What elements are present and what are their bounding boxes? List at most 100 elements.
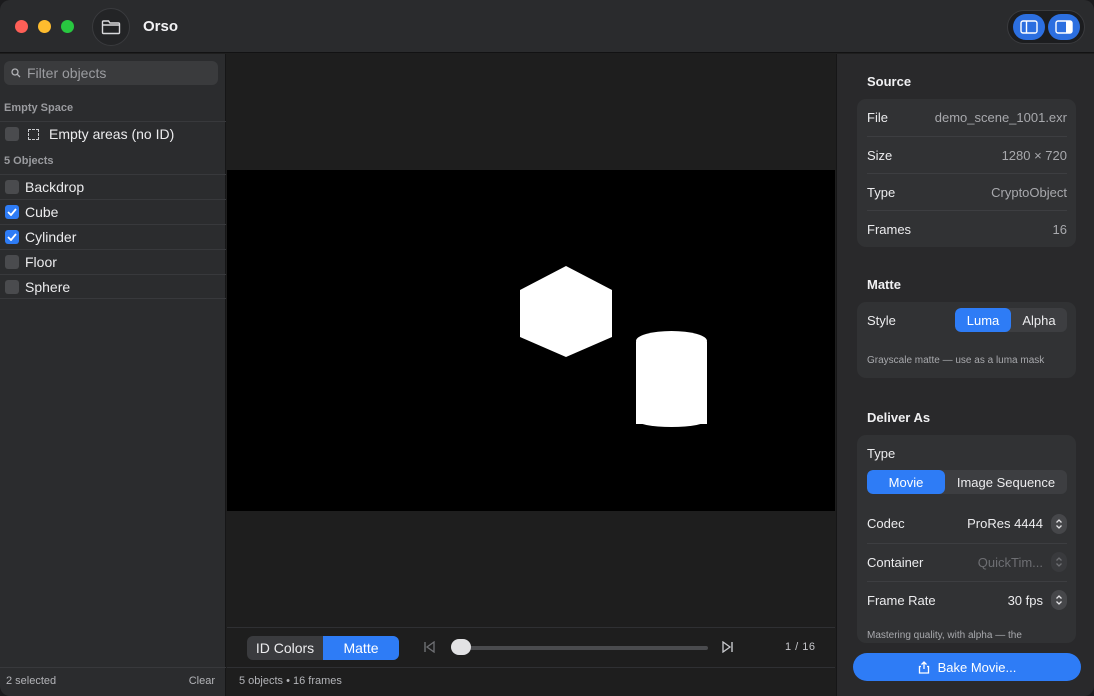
inspector-panel: Source File demo_scene_1001.exr Size 128… — [836, 54, 1094, 696]
section-title-matte: Matte — [867, 277, 901, 292]
list-item-label: Cube — [25, 204, 59, 220]
source-card: File demo_scene_1001.exr Size 1280 × 720… — [857, 99, 1076, 247]
timeline-scrubber[interactable] — [456, 646, 708, 650]
deliver-type-label: Type — [867, 446, 896, 461]
source-row-frames: Frames 16 — [867, 210, 1067, 247]
section-header-objects: 5 Objects — [4, 155, 54, 167]
section-title-deliver-as: Deliver As — [867, 410, 931, 425]
toggle-right-inspector-button[interactable] — [1047, 14, 1080, 40]
toggle-left-sidebar-button[interactable] — [1012, 14, 1045, 40]
row-key: Type — [867, 184, 896, 200]
section-header-empty-space: Empty Space — [4, 102, 74, 114]
row-key: Frame Rate — [867, 592, 936, 608]
container-value: QuickTim... — [977, 554, 1043, 570]
folder-icon — [101, 20, 121, 35]
style-option-luma[interactable]: Luma — [955, 308, 1011, 332]
dashed-selection-icon — [28, 128, 39, 140]
row-key: Style — [867, 313, 896, 328]
list-item-sphere[interactable]: Sphere — [0, 274, 226, 299]
row-value: demo_scene_1001.exr — [934, 110, 1067, 125]
app-window: Orso Empty Space — [0, 0, 1094, 696]
matte-hint: Grayscale matte — use as a luma mask — [867, 355, 1045, 366]
list-item-backdrop[interactable]: Backdrop — [0, 174, 226, 199]
codec-picker[interactable]: ProRes 4444 — [967, 513, 1067, 534]
view-mode-segmented: ID Colors Matte — [247, 636, 399, 660]
sidebar-footer: 2 selected Clear — [0, 667, 226, 696]
row-key: Container — [867, 554, 924, 570]
export-icon — [918, 660, 929, 674]
container-picker[interactable]: QuickTim... — [978, 552, 1067, 572]
chevron-updown-icon — [1051, 552, 1067, 572]
search-icon — [11, 68, 21, 78]
list-item-empty-areas[interactable]: Empty areas (no ID) — [0, 121, 226, 146]
checkbox-cylinder[interactable] — [5, 230, 19, 244]
source-row-size: Size 1280 × 720 — [867, 136, 1067, 173]
style-option-alpha[interactable]: Alpha — [1011, 308, 1067, 332]
row-key: Frames — [867, 221, 912, 237]
row-value: 1280 × 720 — [1001, 147, 1067, 163]
list-item-cylinder[interactable]: Cylinder — [0, 224, 226, 249]
bake-button-label: Bake Movie... — [937, 659, 1017, 675]
checkmark-icon — [7, 233, 17, 241]
deliver-note: Mastering quality, with alpha — the — [867, 630, 1022, 641]
checkbox-backdrop[interactable] — [5, 180, 19, 194]
panel-toggle-group — [1007, 10, 1085, 44]
zoom-window-button[interactable] — [61, 20, 74, 33]
open-folder-button[interactable] — [92, 8, 130, 46]
checkbox-sphere[interactable] — [5, 279, 19, 294]
tab-id-colors[interactable]: ID Colors — [247, 636, 323, 660]
sidebar-right-icon — [1054, 20, 1073, 34]
minimize-window-button[interactable] — [38, 20, 51, 33]
cube-matte — [520, 266, 612, 357]
frame-rate-row[interactable]: Frame Rate 30 fps — [867, 581, 1067, 618]
list-item-label: Empty areas (no ID) — [49, 126, 175, 142]
matte-preview[interactable] — [227, 170, 835, 511]
matte-style-segmented: Luma Alpha — [955, 308, 1067, 332]
step-forward-icon[interactable] — [721, 641, 734, 653]
chevron-updown-icon — [1051, 513, 1067, 534]
filter-input[interactable] — [27, 65, 207, 81]
chevron-updown-icon — [1051, 590, 1067, 610]
scrubber-knob[interactable] — [451, 639, 471, 655]
title-bar: Orso — [0, 0, 1094, 53]
deliver-card: Type Movie Image Sequence Codec ProRes 4… — [857, 435, 1076, 643]
source-row-file: File demo_scene_1001.exr — [867, 99, 1067, 136]
row-key: Codec — [867, 516, 905, 531]
list-item-label: Cylinder — [25, 229, 77, 245]
close-window-button[interactable] — [15, 20, 28, 33]
checkbox-cube[interactable] — [5, 205, 19, 219]
matte-card: Style Luma Alpha Grayscale matte — use a… — [857, 302, 1076, 378]
list-item-floor[interactable]: Floor — [0, 249, 226, 274]
row-key: Size — [867, 147, 893, 163]
deliver-type-segmented: Movie Image Sequence — [867, 470, 1067, 494]
type-option-movie[interactable]: Movie — [867, 470, 945, 494]
viewer-canvas — [227, 54, 835, 627]
frame-rate-picker[interactable]: 30 fps — [1008, 590, 1067, 610]
type-option-image-sequence[interactable]: Image Sequence — [945, 470, 1067, 494]
source-row-type: Type CryptoObject — [867, 173, 1067, 210]
sidebar-left-icon — [1019, 20, 1038, 34]
list-item-cube[interactable]: Cube — [0, 199, 226, 224]
container-row[interactable]: Container QuickTim... — [867, 543, 1067, 580]
status-text: 5 objects • 16 frames — [239, 675, 342, 687]
row-value: 16 — [1052, 221, 1067, 237]
filter-field[interactable] — [4, 61, 218, 85]
checkbox-floor[interactable] — [5, 255, 19, 269]
objects-sidebar: Empty Space Empty areas (no ID) 5 Object… — [0, 54, 226, 696]
step-back-icon[interactable] — [423, 641, 436, 653]
viewer-status-bar: 5 objects • 16 frames — [227, 667, 835, 696]
cylinder-matte — [636, 331, 707, 427]
list-item-label: Sphere — [25, 278, 71, 295]
frame-rate-value: 30 fps — [1007, 592, 1043, 608]
tab-matte[interactable]: Matte — [323, 636, 399, 660]
clear-selection-button[interactable]: Clear — [189, 675, 215, 687]
bake-movie-button[interactable]: Bake Movie... — [853, 653, 1081, 681]
codec-value: ProRes 4444 — [967, 516, 1043, 531]
checkmark-icon — [7, 208, 17, 216]
frame-counter: 1 / 16 — [785, 641, 816, 653]
checkbox-empty-areas[interactable] — [5, 127, 19, 141]
codec-row[interactable]: Codec ProRes 4444 — [867, 505, 1067, 542]
row-key: File — [867, 110, 888, 125]
playback-bar: ID Colors Matte 1 / 16 — [227, 627, 835, 667]
selection-count: 2 selected — [6, 675, 57, 687]
